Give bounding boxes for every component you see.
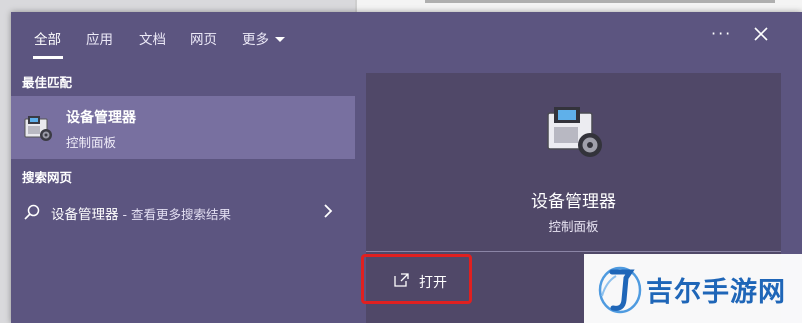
tab-apps[interactable]: 应用 (86, 28, 113, 48)
tab-documents[interactable]: 文档 (139, 28, 166, 48)
document-edge (355, 0, 357, 12)
web-search-suffix: - 查看更多搜索结果 (118, 207, 231, 222)
best-match-item[interactable]: 设备管理器 控制面板 (11, 96, 355, 159)
tab-web[interactable]: 网页 (190, 28, 217, 48)
device-manager-icon (24, 116, 52, 141)
search-tabs: 全部 应用 文档 网页 更多 ··· (11, 12, 802, 60)
results-list: 最佳匹配 设备管理器 控制面板 搜索网页 设备管理器 - 查看更多搜索结果 (11, 60, 355, 323)
ellipsis-icon[interactable]: ··· (711, 24, 732, 43)
tab-more[interactable]: 更多 (242, 28, 285, 48)
detail-divider (366, 251, 781, 252)
device-manager-icon (547, 107, 602, 157)
tab-all[interactable]: 全部 (34, 28, 61, 48)
web-search-text: 设备管理器 - 查看更多搜索结果 (51, 203, 231, 223)
detail-title: 设备管理器 (531, 192, 616, 212)
red-highlight-box (361, 254, 472, 304)
active-tab-indicator (33, 56, 63, 59)
web-search-heading: 搜索网页 (22, 170, 73, 185)
best-match-subtitle: 控制面板 (66, 135, 117, 150)
search-icon (24, 204, 40, 220)
chevron-right-icon[interactable] (321, 203, 335, 219)
watermark: 吉尔手游网 (584, 254, 802, 323)
watermark-text: 吉尔手游网 (646, 277, 786, 308)
watermark-logo-icon (598, 266, 642, 314)
document-text-line (425, 0, 775, 3)
tab-more-label: 更多 (242, 32, 269, 48)
web-search-item[interactable]: 设备管理器 - 查看更多搜索结果 (11, 195, 355, 229)
best-match-title: 设备管理器 (66, 110, 136, 126)
chevron-down-icon (275, 37, 285, 42)
web-search-query: 设备管理器 (51, 207, 119, 223)
best-match-heading: 最佳匹配 (22, 75, 73, 90)
detail-subtitle: 控制面板 (548, 219, 599, 234)
close-icon[interactable] (749, 22, 773, 46)
background-document (355, 0, 802, 12)
